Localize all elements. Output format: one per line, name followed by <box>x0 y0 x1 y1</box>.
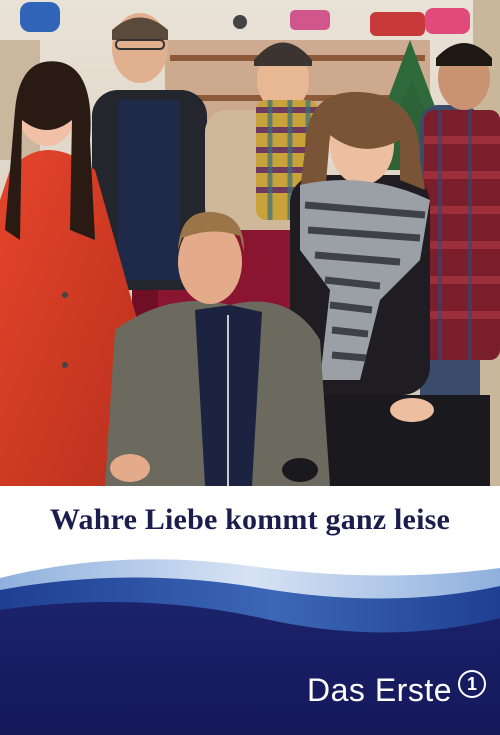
movie-poster: Wahre Liebe kommt ganz leise Das Erste 1 <box>0 0 500 735</box>
logo-glyph: 1 <box>466 673 477 694</box>
cast-photo <box>0 0 500 486</box>
footer-wave-band: Das Erste 1 <box>0 548 500 735</box>
channel-brand: Das Erste 1 <box>307 669 486 709</box>
das-erste-one-circle-icon: 1 <box>458 669 486 698</box>
channel-name: Das Erste <box>307 672 452 708</box>
movie-title: Wahre Liebe kommt ganz leise <box>49 503 450 536</box>
title-band: Wahre Liebe kommt ganz leise <box>0 486 500 548</box>
